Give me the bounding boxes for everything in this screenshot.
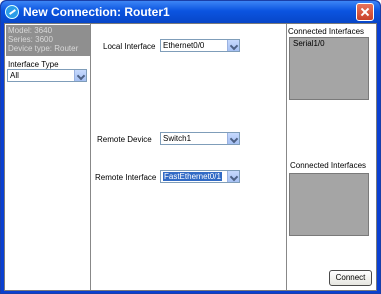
connected-interfaces-label-remote: Connected Interfaces <box>290 161 367 170</box>
chevron-down-icon[interactable] <box>74 70 86 81</box>
title-bar[interactable]: New Connection: Router1 <box>1 1 380 23</box>
interface-type-select[interactable]: All <box>7 69 87 82</box>
connected-interfaces-list-remote[interactable] <box>289 173 369 236</box>
list-item[interactable]: Serial1/0 <box>293 39 325 48</box>
connect-button[interactable]: Connect <box>329 270 372 286</box>
interface-type-label: Interface Type <box>8 60 59 69</box>
remote-device-select[interactable]: Switch1 <box>160 132 240 145</box>
chevron-down-icon[interactable] <box>227 171 239 182</box>
local-interface-value: Ethernet0/0 <box>163 41 205 50</box>
dialog-body: Model: 3640 Series: 3600 Device type: Ro… <box>4 23 377 291</box>
app-icon <box>5 5 19 19</box>
device-series: Series: 3600 <box>8 35 53 44</box>
connected-interfaces-list-local[interactable]: Serial1/0 <box>289 37 369 100</box>
remote-interface-label: Remote Interface <box>95 173 157 182</box>
local-interface-select[interactable]: Ethernet0/0 <box>160 39 240 52</box>
device-info-panel: Model: 3640 Series: 3600 Device type: Ro… <box>6 25 90 56</box>
chevron-down-icon[interactable] <box>227 40 239 51</box>
chevron-down-icon[interactable] <box>227 133 239 144</box>
dialog-window: New Connection: Router1 Model: 3640 Seri… <box>0 0 381 294</box>
remote-interface-select[interactable]: FastEthernet0/1 <box>160 170 240 183</box>
connected-interfaces-label-local: Connected Interfaces <box>288 27 365 36</box>
remote-device-value: Switch1 <box>163 134 192 143</box>
divider-right <box>286 24 287 290</box>
remote-interface-value: FastEthernet0/1 <box>163 172 222 181</box>
device-type: Device type: Router <box>8 44 79 53</box>
device-model: Model: 3640 <box>8 26 53 35</box>
interface-type-value: All <box>10 71 19 80</box>
divider-left <box>90 24 91 290</box>
close-button[interactable] <box>356 3 374 21</box>
remote-device-label: Remote Device <box>97 135 152 144</box>
local-interface-label: Local Interface <box>103 42 156 51</box>
window-title: New Connection: Router1 <box>23 5 170 19</box>
